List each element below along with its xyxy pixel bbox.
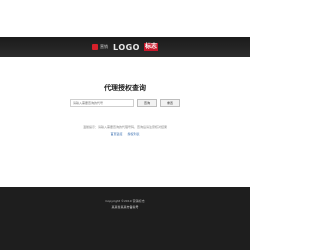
logo-badge: 标志 <box>143 43 158 51</box>
hint-text: 温馨提示：请输入需要查询的代理号码，查询后请注意核对结果 <box>82 125 167 129</box>
copyright-text: Copyright ©2019 营销标志 <box>105 199 145 203</box>
beian-link[interactable]: 某某省某某市备案号 <box>0 205 250 209</box>
page-title: 代理授权查询 <box>104 84 146 92</box>
auth-list-link[interactable]: 授权列表 <box>127 132 139 136</box>
logo-wordmark: LOGO <box>113 42 140 52</box>
logo-cn-text: 营销 <box>100 44 108 49</box>
helper-links: 首页链接 授权列表 <box>0 132 250 136</box>
home-link[interactable]: 首页链接 <box>111 132 123 136</box>
site-logo[interactable]: 营销 LOGO 标志 <box>92 43 158 52</box>
site-footer: Copyright ©2019 营销标志 某某省某某市备案号 <box>0 187 250 250</box>
logo-mark-icon <box>92 44 98 50</box>
search-input[interactable] <box>70 98 134 107</box>
site-header: 营销 LOGO 标志 <box>0 37 250 57</box>
query-button[interactable]: 查询 <box>137 98 157 107</box>
search-form: 查询 重置 <box>70 98 182 107</box>
reset-button[interactable]: 重置 <box>160 98 180 107</box>
